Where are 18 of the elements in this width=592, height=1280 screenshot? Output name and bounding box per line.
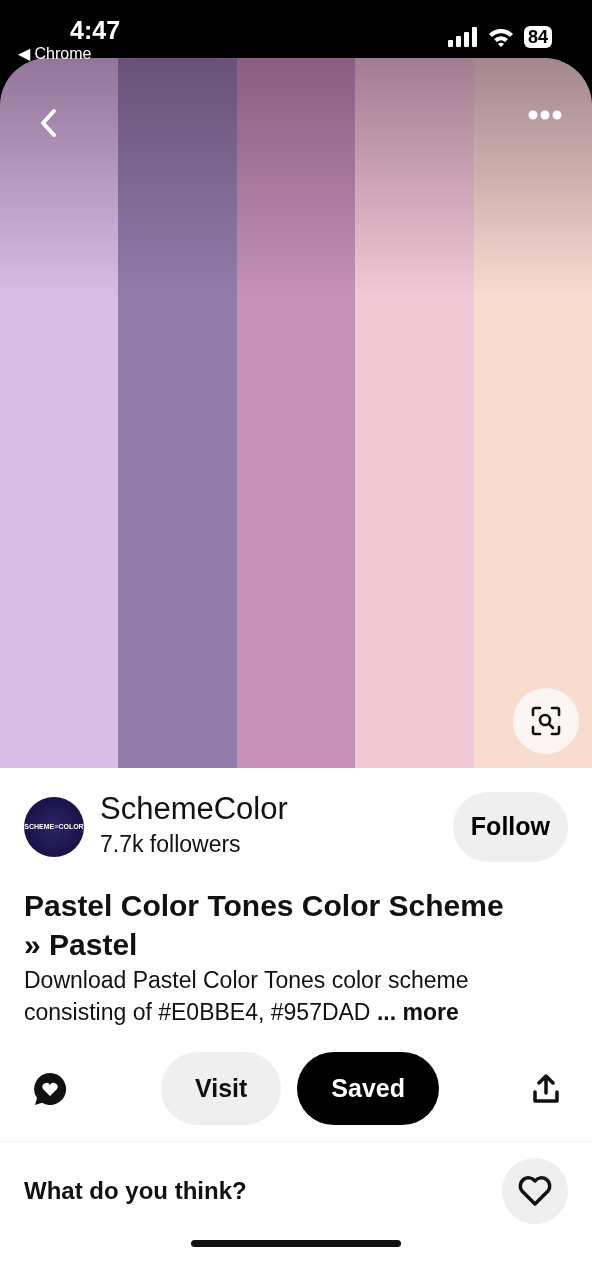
pin-title: Pastel Color Tones Color Scheme » Pastel: [24, 887, 505, 963]
follower-count: 7.7k followers: [100, 829, 242, 859]
comment-icon[interactable]: [32, 1070, 68, 1107]
back-to-app-link[interactable]: ◀ Chrome: [18, 46, 92, 62]
status-time: 4:47: [70, 15, 121, 46]
wifi-icon: [487, 27, 514, 47]
more-link[interactable]: ... more: [376, 998, 459, 1025]
follow-button[interactable]: Follow: [452, 792, 568, 862]
comment-prompt: What do you think?: [24, 1176, 247, 1207]
signal-icon: [447, 27, 478, 47]
pin-description: Download Pastel Color Tones color scheme consisting of #E0BBE4, #957DAD ... more: [24, 965, 470, 1027]
battery-indicator: 84: [523, 26, 552, 48]
creator-name[interactable]: SchemeColor: [100, 792, 453, 827]
visual-search-icon[interactable]: [531, 706, 561, 736]
save-button[interactable]: Saved: [297, 1051, 439, 1126]
heart-icon[interactable]: [517, 1175, 553, 1208]
visit-button[interactable]: Visit: [161, 1051, 282, 1126]
share-icon[interactable]: [532, 1073, 560, 1104]
